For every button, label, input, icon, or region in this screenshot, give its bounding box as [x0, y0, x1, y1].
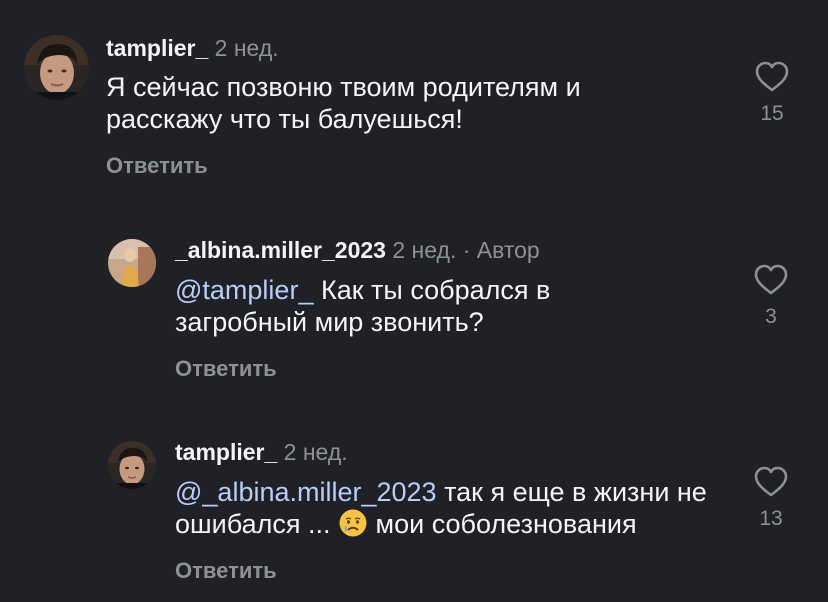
like-count: 13	[759, 507, 783, 530]
comment-meta: tamplier_ 2 нед.	[175, 438, 348, 466]
comment-text-content: мои соболезнования	[375, 509, 637, 539]
comment-thread: tamplier_ 2 нед. Я сейчас позвоню твоим …	[0, 0, 828, 602]
reply-button[interactable]: Ответить	[175, 558, 277, 584]
avatar-man-photo-icon	[108, 441, 156, 489]
comment-text: @_albina.miller_2023 так я еще в жизни н…	[175, 476, 725, 540]
like-control: 13	[741, 465, 801, 531]
username[interactable]: tamplier_	[175, 439, 277, 465]
comment: tamplier_ 2 нед. @_albina.miller_2023 та…	[0, 0, 828, 602]
timestamp: 2 нед.	[283, 439, 348, 465]
heart-icon[interactable]	[753, 465, 789, 499]
avatar[interactable]	[108, 441, 156, 489]
mention-link[interactable]: @_albina.miller_2023	[175, 477, 437, 507]
crying-face-emoji-icon	[338, 508, 368, 538]
